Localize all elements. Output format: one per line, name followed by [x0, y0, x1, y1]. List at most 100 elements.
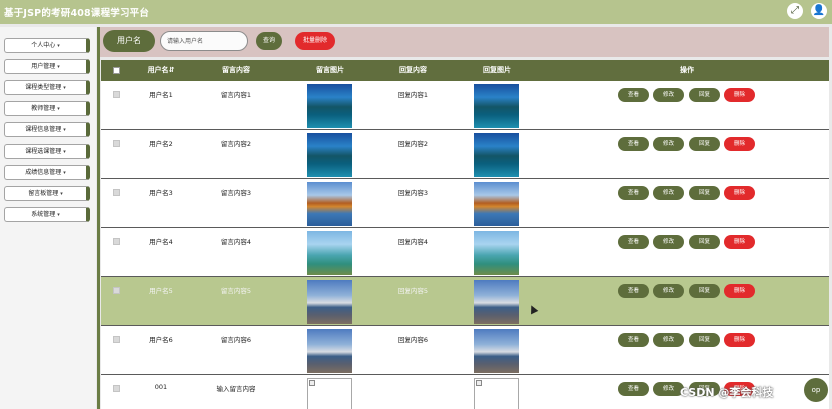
row-checkbox[interactable] [113, 336, 120, 343]
user-icon[interactable]: 👤 [811, 3, 827, 19]
sidebar-item-0[interactable]: 个人中心 ▾ [4, 38, 90, 53]
reply-button[interactable]: 回复 [689, 88, 720, 102]
batch-delete-button[interactable]: 批量删除 [295, 32, 335, 50]
cell-username: 用户名4 [149, 238, 173, 246]
sidebar-item-label: 用户管理 [31, 63, 56, 70]
reply-image[interactable] [474, 378, 519, 409]
sidebar-item-8[interactable]: 系统管理 ▾ [4, 207, 90, 222]
row-checkbox[interactable] [113, 189, 120, 196]
sidebar: 个人中心 ▾ 用户管理 ▾ 课程类型管理 ▾ 教师管理 ▾ 课程信息管理 ▾ 课程选课管理… [0, 27, 96, 409]
reply-image[interactable] [474, 280, 519, 324]
search-input[interactable] [160, 31, 248, 51]
delete-button[interactable]: 删除 [724, 333, 755, 347]
cell-reply: 回复内容3 [397, 189, 429, 197]
delete-button[interactable]: 删除 [724, 186, 755, 200]
edit-button[interactable]: 修改 [653, 284, 684, 298]
header-username[interactable]: 用户名⇵ [139, 60, 183, 81]
message-image[interactable] [307, 231, 352, 275]
reply-image[interactable] [474, 84, 519, 128]
floating-button[interactable]: op [804, 378, 828, 402]
message-image[interactable] [307, 329, 352, 373]
message-image[interactable] [307, 84, 352, 128]
broken-image-icon [309, 380, 315, 386]
reply-button[interactable]: 回复 [689, 186, 720, 200]
sidebar-item-label: 个人中心 [31, 42, 56, 49]
row-checkbox[interactable] [113, 140, 120, 147]
select-all-checkbox[interactable] [113, 67, 120, 74]
table-row[interactable]: 用户名6 留言内容6 回复内容6 查看 修改 回复 删除 [101, 326, 829, 375]
cell-username: 用户名2 [149, 140, 173, 148]
query-button[interactable]: 查询 [256, 32, 282, 50]
cell-message: 留言内容6 [220, 336, 252, 344]
reply-image[interactable] [474, 133, 519, 177]
sidebar-item-4[interactable]: 课程信息管理 ▾ [4, 122, 90, 137]
table-header: 用户名⇵ 留言内容 留言图片 回复内容 回复图片 操作 [101, 60, 829, 81]
header-reply-image: 回复图片 [483, 66, 511, 74]
reply-button[interactable]: 回复 [689, 235, 720, 249]
chevron-down-icon: ▾ [63, 170, 66, 176]
edit-button[interactable]: 修改 [653, 137, 684, 151]
sort-icon: ⇵ [168, 66, 175, 74]
sidebar-item-3[interactable]: 教师管理 ▾ [4, 101, 90, 116]
sidebar-item-label: 成绩信息管理 [25, 169, 62, 176]
watermark: CSDN @李会科技 [680, 386, 774, 399]
sidebar-item-label: 课程选课管理 [25, 148, 62, 155]
message-image[interactable] [307, 280, 352, 324]
edit-button[interactable]: 修改 [653, 235, 684, 249]
table-row[interactable]: 用户名5 留言内容5 回复内容5 查看 修改 回复 删除 [101, 277, 829, 326]
sidebar-item-label: 课程信息管理 [25, 126, 62, 133]
view-button[interactable]: 查看 [618, 382, 649, 396]
message-image[interactable] [307, 378, 352, 409]
edit-button[interactable]: 修改 [653, 88, 684, 102]
row-checkbox[interactable] [113, 287, 120, 294]
view-button[interactable]: 查看 [618, 284, 649, 298]
reply-image[interactable] [474, 329, 519, 373]
cell-username: 001 [154, 383, 168, 391]
reply-button[interactable]: 回复 [689, 333, 720, 347]
table-row[interactable]: 用户名2 留言内容2 回复内容2 查看 修改 回复 删除 [101, 130, 829, 179]
sidebar-item-7[interactable]: 留言板管理 ▾ [4, 186, 90, 201]
app-title: 基于JSP的考研408课程学习平台 [4, 8, 150, 19]
sidebar-divider [97, 27, 100, 409]
sidebar-item-label: 教师管理 [31, 105, 56, 112]
view-button[interactable]: 查看 [618, 88, 649, 102]
search-bar: 用户名 查询 批量删除 [100, 27, 829, 57]
delete-button[interactable]: 删除 [724, 284, 755, 298]
top-bar: 基于JSP的考研408课程学习平台 ⤢ 👤 [0, 0, 832, 24]
cell-message: 留言内容1 [220, 91, 252, 99]
reply-button[interactable]: 回复 [689, 284, 720, 298]
delete-button[interactable]: 删除 [724, 88, 755, 102]
table-row[interactable]: 用户名1 留言内容1 回复内容1 查看 修改 回复 删除 [101, 81, 829, 130]
view-button[interactable]: 查看 [618, 333, 649, 347]
cell-message: 输入留言内容 [216, 385, 256, 393]
cell-username: 用户名3 [149, 189, 173, 197]
sidebar-item-6[interactable]: 成绩信息管理 ▾ [4, 165, 90, 180]
sidebar-item-2[interactable]: 课程类型管理 ▾ [4, 80, 90, 95]
view-button[interactable]: 查看 [618, 137, 649, 151]
edit-button[interactable]: 修改 [653, 186, 684, 200]
message-image[interactable] [307, 133, 352, 177]
cell-message: 留言内容4 [220, 238, 252, 246]
table-row[interactable]: 用户名4 留言内容4 回复内容4 查看 修改 回复 删除 [101, 228, 829, 277]
row-checkbox[interactable] [113, 91, 120, 98]
header-message-image: 留言图片 [316, 66, 344, 74]
row-checkbox[interactable] [113, 238, 120, 245]
fullscreen-icon[interactable]: ⤢ [787, 3, 803, 19]
message-image[interactable] [307, 182, 352, 226]
edit-button[interactable]: 修改 [653, 333, 684, 347]
view-button[interactable]: 查看 [618, 186, 649, 200]
sidebar-item-5[interactable]: 课程选课管理 ▾ [4, 144, 90, 159]
chevron-down-icon: ▾ [60, 191, 63, 197]
sidebar-item-label: 留言板管理 [28, 190, 59, 197]
delete-button[interactable]: 删除 [724, 137, 755, 151]
view-button[interactable]: 查看 [618, 235, 649, 249]
row-checkbox[interactable] [113, 385, 120, 392]
table-row[interactable]: 用户名3 留言内容3 回复内容3 查看 修改 回复 删除 [101, 179, 829, 228]
cell-username: 用户名1 [149, 91, 173, 99]
sidebar-item-1[interactable]: 用户管理 ▾ [4, 59, 90, 74]
delete-button[interactable]: 删除 [724, 235, 755, 249]
reply-button[interactable]: 回复 [689, 137, 720, 151]
reply-image[interactable] [474, 231, 519, 275]
reply-image[interactable] [474, 182, 519, 226]
chevron-down-icon: ▾ [63, 85, 66, 91]
